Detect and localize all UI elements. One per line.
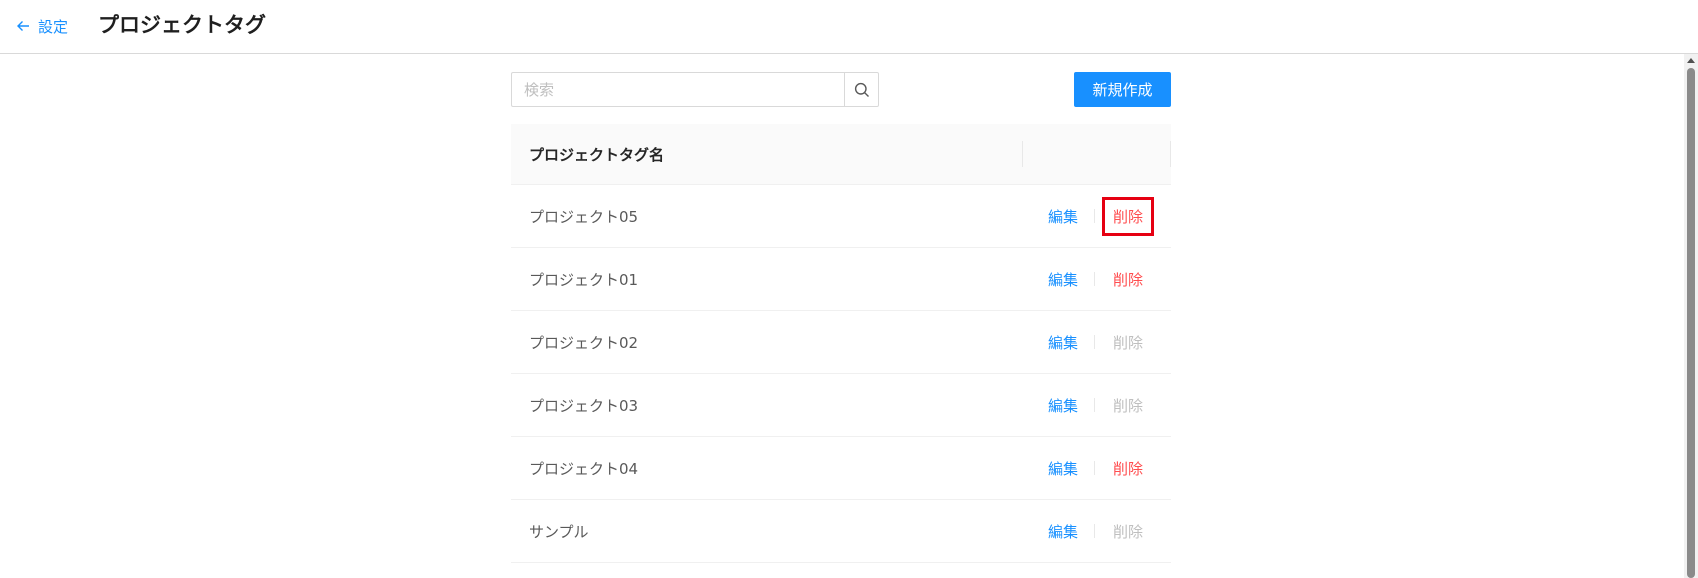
action-divider xyxy=(1094,335,1096,349)
row-actions: 編集 削除 xyxy=(1048,248,1145,310)
page-title: プロジェクトタグ xyxy=(98,13,266,37)
table-row: プロジェクト04 編集 削除 xyxy=(511,437,1171,500)
tag-name: サンプル xyxy=(529,522,589,541)
table-header: プロジェクトタグ名 xyxy=(511,124,1171,185)
delete-link[interactable]: 削除 xyxy=(1111,269,1145,290)
delete-link: 削除 xyxy=(1113,522,1144,541)
table-row: サンプル 編集 削除 xyxy=(511,500,1171,563)
action-divider xyxy=(1094,461,1096,475)
search-input[interactable] xyxy=(511,72,844,107)
row-actions: 編集 削除 xyxy=(1048,437,1145,499)
delete-link[interactable]: 削除 xyxy=(1102,196,1155,236)
row-actions: 編集 削除 xyxy=(1048,311,1145,373)
search-box xyxy=(511,72,879,107)
tag-name: プロジェクト05 xyxy=(529,207,639,226)
arrow-left-icon xyxy=(17,21,29,31)
table-body: プロジェクト05 編集 削除 プロジェクト01 編集 削除 プロジェクト02 編集 削除 プロジェ… xyxy=(511,185,1171,563)
delete-link: 削除 xyxy=(1113,396,1144,415)
table-row: プロジェクト01 編集 削除 xyxy=(511,248,1171,311)
edit-link[interactable]: 編集 xyxy=(1048,332,1078,353)
top-bar: 設定 プロジェクトタグ xyxy=(0,0,1698,54)
search-button[interactable] xyxy=(844,72,879,107)
tag-name: プロジェクト02 xyxy=(529,333,639,352)
edit-link[interactable]: 編集 xyxy=(1048,458,1078,479)
delete-link[interactable]: 削除 xyxy=(1111,458,1145,479)
create-new-button[interactable]: 新規作成 xyxy=(1074,72,1171,107)
row-actions: 編集 削除 xyxy=(1048,185,1155,247)
column-header-name: プロジェクトタグ名 xyxy=(529,145,665,164)
action-divider xyxy=(1094,524,1096,538)
edit-link[interactable]: 編集 xyxy=(1048,206,1078,227)
search-icon xyxy=(854,82,869,97)
delete-link: 削除 xyxy=(1113,333,1144,352)
back-to-settings-link[interactable]: 設定 xyxy=(16,14,68,38)
tag-name: プロジェクト03 xyxy=(529,396,639,415)
scroll-up-arrow-icon[interactable] xyxy=(1687,58,1695,63)
edit-link[interactable]: 編集 xyxy=(1048,395,1078,416)
action-divider xyxy=(1094,398,1096,412)
project-tag-table: プロジェクトタグ名 プロジェクト05 編集 削除 プロジェクト01 編集 削除 プロジェクト… xyxy=(511,124,1171,563)
action-divider xyxy=(1094,209,1096,223)
action-divider xyxy=(1094,272,1096,286)
row-actions: 編集 削除 xyxy=(1048,500,1145,562)
column-divider xyxy=(1170,141,1171,167)
column-divider xyxy=(1022,141,1023,167)
back-link-label: 設定 xyxy=(38,17,69,36)
edit-link[interactable]: 編集 xyxy=(1048,269,1078,290)
tag-name: プロジェクト04 xyxy=(529,459,639,478)
table-row: プロジェクト03 編集 削除 xyxy=(511,374,1171,437)
tag-name: プロジェクト01 xyxy=(529,270,639,289)
vertical-scrollbar[interactable] xyxy=(1684,54,1698,578)
row-actions: 編集 削除 xyxy=(1048,374,1145,436)
scrollbar-thumb[interactable] xyxy=(1687,68,1695,578)
edit-link[interactable]: 編集 xyxy=(1048,521,1078,542)
table-row: プロジェクト05 編集 削除 xyxy=(511,185,1171,248)
table-row: プロジェクト02 編集 削除 xyxy=(511,311,1171,374)
